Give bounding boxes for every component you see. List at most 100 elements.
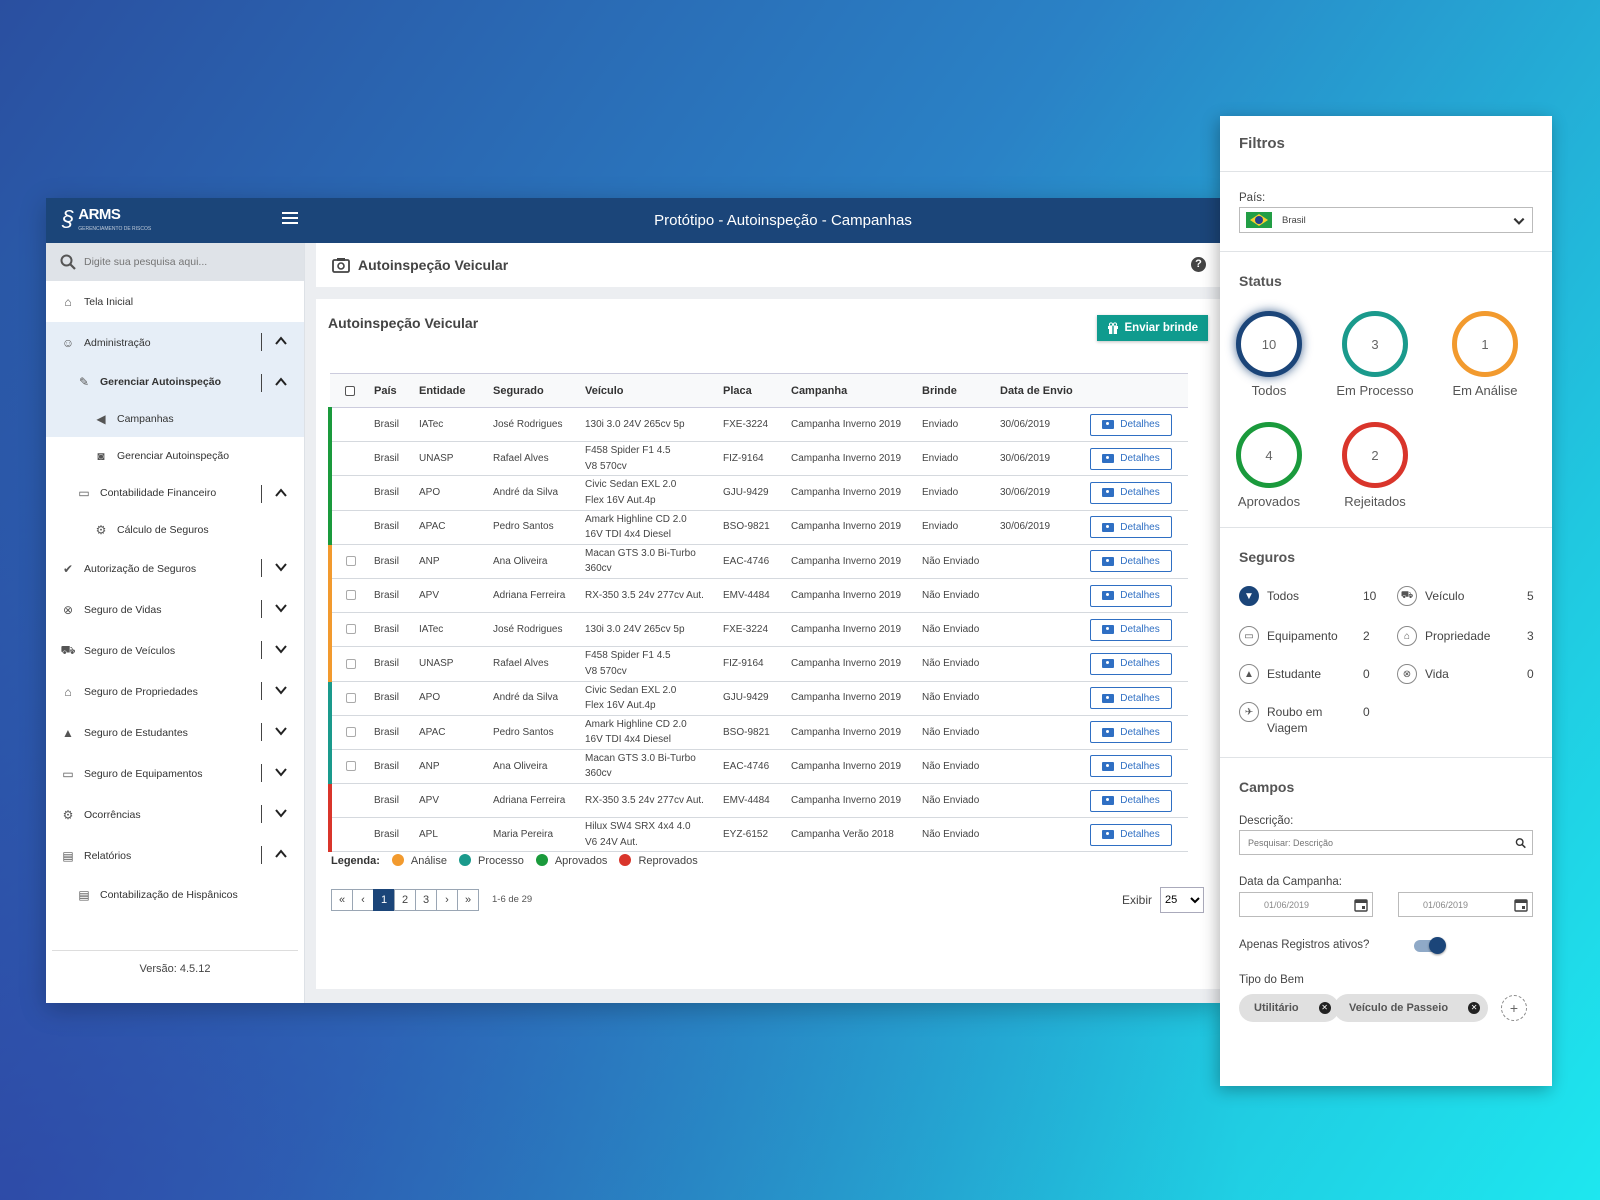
send-gift-button[interactable]: Enviar brinde	[1096, 315, 1208, 341]
arms-logo[interactable]: § ARMS GERENCIAMENTO DE RISCOS	[62, 206, 151, 232]
chevron-up-icon[interactable]	[272, 845, 290, 863]
col-data-envio[interactable]: Data de Envio	[996, 373, 1086, 408]
page-button-3[interactable]: 3	[415, 889, 437, 911]
ativos-toggle[interactable]	[1414, 937, 1446, 954]
seguro-filter[interactable]: ▼ Todos 10	[1239, 586, 1376, 606]
details-button[interactable]: Detalhes	[1090, 413, 1172, 436]
table-row[interactable]: Brasil ANP Ana Oliveira Macan GTS 3.0 Bi-Tu…	[328, 749, 1188, 785]
row-checkbox[interactable]	[346, 692, 356, 703]
hamburger-menu-icon[interactable]	[282, 212, 298, 226]
col-placa[interactable]: Placa	[719, 373, 787, 408]
chevron-down-icon[interactable]	[272, 804, 290, 822]
seguro-filter[interactable]: ✈ Roubo em Viagem 0	[1239, 702, 1370, 736]
status-filter[interactable]: 3 Em Processo	[1330, 311, 1420, 398]
table-row[interactable]: Brasil APO André da Silva Civic Sedan EXL 2…	[328, 681, 1188, 716]
select-all-checkbox[interactable]	[345, 385, 355, 396]
sidebar-item[interactable]: ☺ Administração	[46, 322, 304, 363]
calendar-icon[interactable]	[1354, 898, 1368, 912]
calendar-icon[interactable]	[1514, 898, 1528, 912]
col-entidade[interactable]: Entidade	[415, 373, 489, 408]
first-page-button[interactable]: «	[331, 889, 353, 911]
prev-page-button[interactable]: ‹	[352, 889, 374, 911]
sidebar-item[interactable]: ▤ Relatórios	[46, 835, 304, 876]
chevron-down-icon[interactable]	[272, 722, 290, 740]
table-row[interactable]: Brasil APV Adriana Ferreira RX-350 3.5 24v …	[328, 783, 1188, 819]
status-filter[interactable]: 10 Todos	[1224, 311, 1314, 398]
chevron-down-icon[interactable]	[272, 599, 290, 617]
table-row[interactable]: Brasil ANP Ana Oliveira Macan GTS 3.0 Bi-Tu…	[328, 544, 1188, 579]
sidebar-item[interactable]: ▤ Contabilização de Hispânicos	[46, 876, 304, 913]
last-page-button[interactable]: »	[457, 889, 479, 911]
details-button[interactable]: Detalhes	[1090, 481, 1172, 504]
sidebar-item[interactable]: ▲ Seguro de Estudantes	[46, 712, 304, 753]
table-row[interactable]: Brasil APL Maria Pereira Hilux SW4 SRX 4x4 …	[328, 817, 1188, 853]
table-row[interactable]: Brasil APAC Pedro Santos Amark Highline CD …	[328, 715, 1188, 750]
chevron-up-icon[interactable]	[272, 484, 290, 502]
remove-chip-icon[interactable]: ✕	[1318, 1002, 1331, 1014]
table-row[interactable]: Brasil APO André da Silva Civic Sedan EXL 2…	[328, 475, 1188, 511]
details-button[interactable]: Detalhes	[1090, 721, 1172, 744]
chevron-down-icon[interactable]	[272, 681, 290, 699]
row-checkbox[interactable]	[346, 761, 356, 772]
details-button[interactable]: Detalhes	[1090, 687, 1172, 710]
seguro-filter[interactable]: ⛟ Veículo 5	[1397, 586, 1534, 606]
chevron-down-icon[interactable]	[272, 558, 290, 576]
chip-veiculo-passeio[interactable]: Veículo de Passeio ✕	[1334, 994, 1489, 1022]
details-button[interactable]: Detalhes	[1090, 516, 1172, 539]
chevron-down-icon[interactable]	[272, 763, 290, 781]
descricao-field[interactable]	[1239, 830, 1533, 855]
descricao-input[interactable]	[1248, 837, 1515, 848]
details-button[interactable]: Detalhes	[1090, 550, 1172, 573]
page-button-1[interactable]: 1	[373, 889, 395, 911]
sidebar-item[interactable]: ⚙ Cálculo de Seguros	[46, 511, 304, 548]
sidebar-item[interactable]: ◀ Campanhas	[46, 400, 304, 437]
select-all-header[interactable]	[330, 373, 370, 408]
table-row[interactable]: Brasil APAC Pedro Santos Amark Highline CD …	[328, 510, 1188, 545]
sidebar-item[interactable]: ◙ Gerenciar Autoinspeção	[46, 437, 304, 474]
chevron-down-icon[interactable]	[272, 640, 290, 658]
seguro-filter[interactable]: ▭ Equipamento 2	[1239, 626, 1370, 646]
row-checkbox[interactable]	[346, 624, 356, 635]
sidebar-item[interactable]: ▭ Contabilidade Financeiro	[46, 474, 304, 511]
date-from-field[interactable]: 01/06/2019	[1239, 892, 1373, 917]
table-row[interactable]: Brasil APV Adriana Ferreira RX-350 3.5 24v …	[328, 578, 1188, 614]
col-campanha[interactable]: Campanha	[787, 373, 918, 408]
chevron-up-icon[interactable]	[272, 373, 290, 391]
details-button[interactable]: Detalhes	[1090, 755, 1172, 778]
country-select[interactable]: Brasil	[1239, 207, 1533, 233]
details-button[interactable]: Detalhes	[1090, 447, 1172, 470]
sidebar-item[interactable]: ⛟ Seguro de Veículos	[46, 630, 304, 671]
status-filter[interactable]: 1 Em Análise	[1440, 311, 1530, 398]
date-to-field[interactable]: 01/06/2019	[1398, 892, 1533, 917]
details-button[interactable]: Detalhes	[1090, 823, 1172, 846]
remove-chip-icon[interactable]: ✕	[1468, 1002, 1481, 1014]
table-row[interactable]: Brasil IATec José Rodrigues 130i 3.0 24V 26…	[328, 407, 1188, 443]
sidebar-item[interactable]: ✎ Gerenciar Autoinspeção	[46, 363, 304, 400]
sidebar-item[interactable]: ⌂ Tela Inicial	[46, 281, 304, 322]
status-filter[interactable]: 2 Rejeitados	[1330, 422, 1420, 509]
help-icon[interactable]: ?	[1191, 257, 1206, 272]
next-page-button[interactable]: ›	[436, 889, 458, 911]
add-chip-icon[interactable]: +	[1501, 995, 1527, 1021]
sidebar-item[interactable]: ⊗ Seguro de Vidas	[46, 589, 304, 630]
table-row[interactable]: Brasil UNASP Rafael Alves F458 Spider F1 4.…	[328, 646, 1188, 682]
details-button[interactable]: Detalhes	[1090, 652, 1172, 675]
col-pais[interactable]: País	[370, 373, 415, 408]
status-filter[interactable]: 4 Aprovados	[1224, 422, 1314, 509]
details-button[interactable]: Detalhes	[1090, 789, 1172, 812]
seguro-filter[interactable]: ⊗ Vida 0	[1397, 664, 1534, 684]
page-button-2[interactable]: 2	[394, 889, 416, 911]
sidebar-item[interactable]: ▭ Seguro de Equipamentos	[46, 753, 304, 794]
table-row[interactable]: Brasil IATec José Rodrigues 130i 3.0 24V 26…	[328, 612, 1188, 648]
row-checkbox[interactable]	[346, 555, 356, 566]
col-veiculo[interactable]: Veículo	[581, 373, 719, 408]
details-button[interactable]: Detalhes	[1090, 618, 1172, 641]
sidebar-search-input[interactable]	[84, 256, 284, 268]
sidebar-item[interactable]: ✔ Autorização de Seguros	[46, 548, 304, 589]
col-brinde[interactable]: Brinde	[918, 373, 996, 408]
row-checkbox[interactable]	[346, 590, 356, 601]
row-checkbox[interactable]	[346, 658, 356, 669]
chip-utilitario[interactable]: Utilitário ✕	[1239, 994, 1339, 1022]
seguro-filter[interactable]: ⌂ Propriedade 3	[1397, 626, 1534, 646]
page-size-select[interactable]: 25	[1160, 887, 1204, 913]
